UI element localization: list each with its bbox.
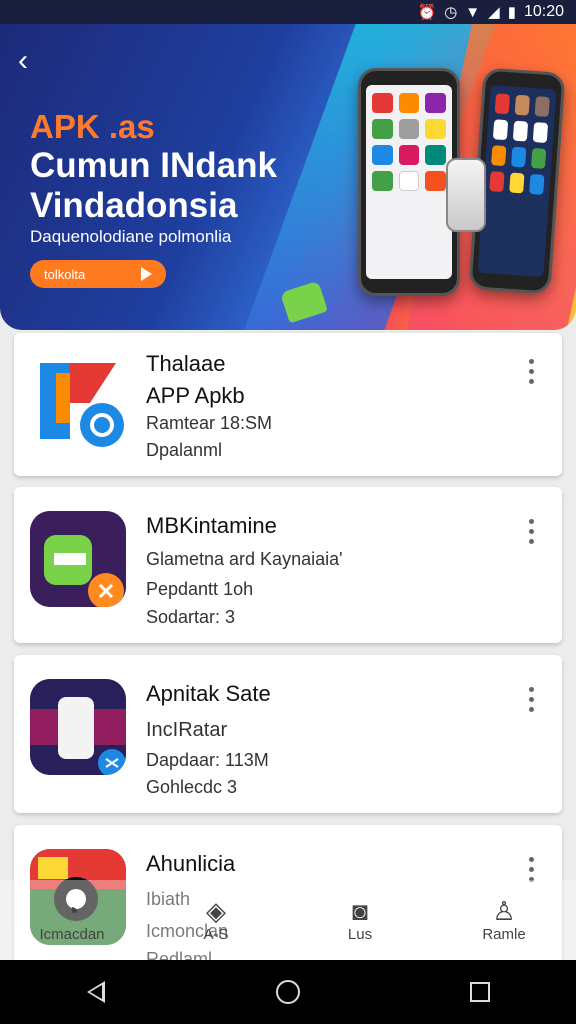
promo-banner[interactable]: ‹ APK .as Cumun INdank Vindadonsia Daque… (0, 24, 576, 330)
home-icon (276, 980, 300, 1004)
phone-illustration (358, 68, 460, 296)
recents-icon (470, 982, 490, 1002)
nav-item-profile[interactable]: ♙ Ramle (444, 896, 564, 944)
timer-icon: ◔ (64, 896, 80, 926)
more-options-icon[interactable] (526, 687, 536, 712)
app-icon (30, 679, 126, 775)
system-home-button[interactable] (268, 972, 308, 1012)
person-icon: ♙ (492, 896, 516, 926)
list-item[interactable]: MBKintamine Glametna ard Kaynaiaia' Pepd… (14, 487, 562, 643)
system-navigation-bar (0, 960, 576, 1024)
nav-label: A-S (203, 926, 229, 943)
more-options-icon[interactable] (526, 359, 536, 384)
app-name: Thalaae (146, 351, 226, 376)
list-item[interactable]: Thalaae APP Apkb Ramtear 18:SM Dpalanml (14, 333, 562, 476)
clock-icon: ◷ (444, 4, 458, 21)
list-item[interactable]: Apnitak Sate IncIRatar Dapdaar: 113M Goh… (14, 655, 562, 813)
app-size: Ramtear 18:SM (146, 413, 273, 433)
app-subtitle: APP Apkb (146, 383, 245, 408)
app-icon (30, 353, 126, 449)
app-status: Sodartar: 3 (146, 607, 236, 627)
banner-title: Cumun INdank Vindadonsia (30, 146, 277, 225)
app-status: Gohlecdc 3 (146, 777, 238, 797)
bottom-navigation: ◔ Icmacdan ◈ A-S ◙ Lus ♙ Ramle (0, 880, 576, 960)
battery-icon: ▮ (507, 4, 516, 21)
system-recents-button[interactable] (460, 972, 500, 1012)
banner-cta-button[interactable]: tolkolta (30, 260, 166, 288)
app-size: Pepdantt 1oh (146, 579, 254, 599)
signal-icon: ◢ (488, 4, 500, 21)
compass-icon: ◈ (206, 896, 226, 926)
more-options-icon[interactable] (526, 519, 536, 544)
back-arrow-icon[interactable]: ‹ (18, 46, 50, 78)
app-name: Apnitak Sate (146, 681, 271, 706)
alarm-icon: ⏰ (417, 4, 437, 21)
app-screen: ⏰ ◷ ▼ ◢ ▮ 10:20 ‹ APK .as Cumun INdank V… (0, 0, 576, 1024)
app-name: MBKintamine (146, 513, 277, 538)
app-subtitle: IncIRatar (146, 719, 228, 741)
banner-subtitle: Daquenolodiane polmonlia (30, 227, 232, 246)
status-bar: ⏰ ◷ ▼ ◢ ▮ 10:20 (0, 0, 576, 24)
nav-label: Ramle (482, 926, 526, 943)
app-icon (30, 511, 126, 607)
nav-label: Lus (347, 926, 373, 943)
more-options-icon[interactable] (526, 857, 536, 882)
wifi-icon: ▼ (465, 3, 481, 21)
app-subtitle: Glametna ard Kaynaiaia' (146, 549, 343, 569)
system-back-button[interactable] (76, 972, 116, 1012)
banner-tag: APK .as (30, 108, 155, 145)
nav-label: Icmacdan (39, 926, 105, 943)
nav-item-camera[interactable]: ◙ Lus (300, 896, 420, 944)
app-status: Dpalanml (146, 440, 223, 460)
banner-cta-label: tolkolta (44, 266, 86, 282)
camera-icon: ◙ (352, 896, 368, 926)
usb-device-illustration (446, 158, 486, 232)
back-icon (87, 981, 105, 1003)
play-icon (141, 267, 152, 281)
app-size: Dapdaar: 113M (146, 750, 269, 770)
status-time: 10:20 (523, 3, 564, 20)
nav-item-explore[interactable]: ◈ A-S (156, 896, 276, 944)
app-name: Ahunlicia (146, 851, 236, 876)
nav-item-timer[interactable]: ◔ Icmacdan (12, 896, 132, 944)
